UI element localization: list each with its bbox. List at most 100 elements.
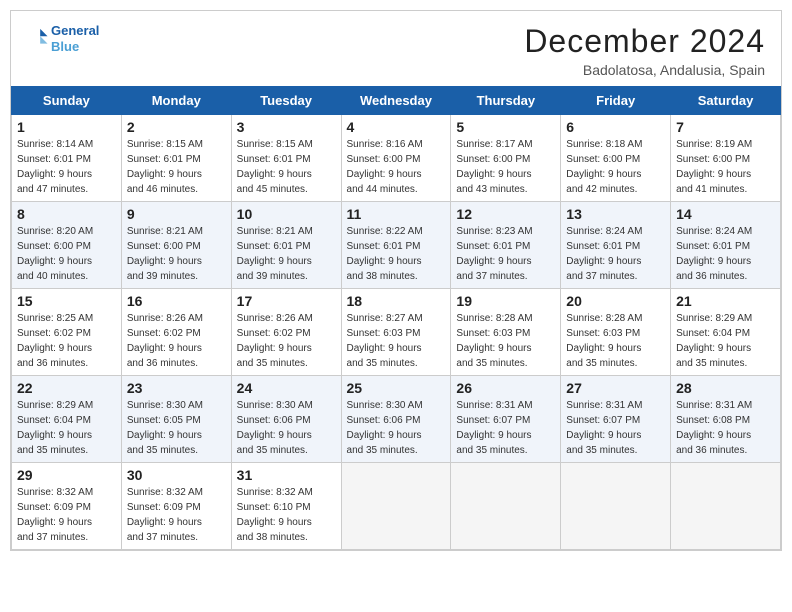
calendar-cell: 20 Sunrise: 8:28 AMSunset: 6:03 PMDayligh… (561, 289, 671, 376)
day-number: 5 (456, 119, 555, 135)
logo-icon (27, 26, 49, 48)
day-info: Sunrise: 8:31 AMSunset: 6:08 PMDaylight:… (676, 398, 775, 458)
calendar-cell: 23 Sunrise: 8:30 AMSunset: 6:05 PMDayligh… (121, 376, 231, 463)
calendar-cell: 18 Sunrise: 8:27 AMSunset: 6:03 PMDayligh… (341, 289, 451, 376)
day-info: Sunrise: 8:28 AMSunset: 6:03 PMDaylight:… (566, 311, 665, 371)
day-number: 3 (237, 119, 336, 135)
header: General Blue December 2024 Badolatosa, A… (11, 11, 781, 86)
day-number: 6 (566, 119, 665, 135)
day-number: 14 (676, 206, 775, 222)
calendar-cell: 30 Sunrise: 8:32 AMSunset: 6:09 PMDayligh… (121, 463, 231, 550)
day-header-thursday: Thursday (451, 87, 561, 115)
calendar-cell (451, 463, 561, 550)
day-info: Sunrise: 8:32 AMSunset: 6:09 PMDaylight:… (127, 485, 226, 545)
calendar-row-week-5: 29 Sunrise: 8:32 AMSunset: 6:09 PMDayligh… (12, 463, 781, 550)
logo-text: General Blue (51, 23, 99, 54)
calendar-cell: 7 Sunrise: 8:19 AMSunset: 6:00 PMDaylight… (671, 115, 781, 202)
day-number: 18 (347, 293, 446, 309)
day-number: 12 (456, 206, 555, 222)
day-number: 10 (237, 206, 336, 222)
day-info: Sunrise: 8:30 AMSunset: 6:06 PMDaylight:… (237, 398, 336, 458)
calendar-cell: 10 Sunrise: 8:21 AMSunset: 6:01 PMDayligh… (231, 202, 341, 289)
calendar-cell: 2 Sunrise: 8:15 AMSunset: 6:01 PMDaylight… (121, 115, 231, 202)
day-number: 8 (17, 206, 116, 222)
calendar-cell: 21 Sunrise: 8:29 AMSunset: 6:04 PMDayligh… (671, 289, 781, 376)
day-info: Sunrise: 8:31 AMSunset: 6:07 PMDaylight:… (456, 398, 555, 458)
calendar-cell: 22Sunrise: 8:29 AMSunset: 6:04 PMDayligh… (12, 376, 122, 463)
calendar-cell: 12 Sunrise: 8:23 AMSunset: 6:01 PMDayligh… (451, 202, 561, 289)
day-header-monday: Monday (121, 87, 231, 115)
calendar-cell: 9 Sunrise: 8:21 AMSunset: 6:00 PMDaylight… (121, 202, 231, 289)
calendar-cell: 29 Sunrise: 8:32 AMSunset: 6:09 PMDayligh… (12, 463, 122, 550)
day-number: 9 (127, 206, 226, 222)
day-header-friday: Friday (561, 87, 671, 115)
day-info: Sunrise: 8:21 AMSunset: 6:00 PMDaylight:… (127, 224, 226, 284)
day-info: Sunrise: 8:32 AMSunset: 6:09 PMDaylight:… (17, 485, 116, 545)
day-number: 21 (676, 293, 775, 309)
day-number: 28 (676, 380, 775, 396)
day-info: Sunrise: 8:18 AMSunset: 6:00 PMDaylight:… (566, 137, 665, 197)
calendar-cell: 28 Sunrise: 8:31 AMSunset: 6:08 PMDayligh… (671, 376, 781, 463)
day-number: 11 (347, 206, 446, 222)
day-number: 29 (17, 467, 116, 483)
day-number: 23 (127, 380, 226, 396)
day-number: 13 (566, 206, 665, 222)
day-info: Sunrise: 8:30 AMSunset: 6:05 PMDaylight:… (127, 398, 226, 458)
calendar-table: SundayMondayTuesdayWednesdayThursdayFrid… (11, 86, 781, 550)
calendar-cell (561, 463, 671, 550)
calendar-cell: 1 Sunrise: 8:14 AMSunset: 6:01 PMDaylight… (12, 115, 122, 202)
day-number: 2 (127, 119, 226, 135)
day-number: 25 (347, 380, 446, 396)
calendar-row-week-3: 15 Sunrise: 8:25 AMSunset: 6:02 PMDayligh… (12, 289, 781, 376)
day-header-saturday: Saturday (671, 87, 781, 115)
calendar-cell (341, 463, 451, 550)
day-info: Sunrise: 8:15 AMSunset: 6:01 PMDaylight:… (127, 137, 226, 197)
month-title: December 2024 (524, 23, 765, 60)
day-number: 30 (127, 467, 226, 483)
day-number: 20 (566, 293, 665, 309)
day-info: Sunrise: 8:23 AMSunset: 6:01 PMDaylight:… (456, 224, 555, 284)
calendar-cell (671, 463, 781, 550)
calendar-cell: 27Sunrise: 8:31 AMSunset: 6:07 PMDayligh… (561, 376, 671, 463)
day-info: Sunrise: 8:26 AMSunset: 6:02 PMDaylight:… (127, 311, 226, 371)
day-info: Sunrise: 8:32 AMSunset: 6:10 PMDaylight:… (237, 485, 336, 545)
day-info: Sunrise: 8:25 AMSunset: 6:02 PMDaylight:… (17, 311, 116, 371)
day-number: 26 (456, 380, 555, 396)
day-info: Sunrise: 8:14 AMSunset: 6:01 PMDaylight:… (17, 137, 116, 197)
day-info: Sunrise: 8:17 AMSunset: 6:00 PMDaylight:… (456, 137, 555, 197)
calendar-row-week-2: 8 Sunrise: 8:20 AMSunset: 6:00 PMDaylight… (12, 202, 781, 289)
day-info: Sunrise: 8:27 AMSunset: 6:03 PMDaylight:… (347, 311, 446, 371)
day-info: Sunrise: 8:29 AMSunset: 6:04 PMDaylight:… (676, 311, 775, 371)
day-info: Sunrise: 8:24 AMSunset: 6:01 PMDaylight:… (566, 224, 665, 284)
calendar-cell: 31 Sunrise: 8:32 AMSunset: 6:10 PMDayligh… (231, 463, 341, 550)
day-info: Sunrise: 8:24 AMSunset: 6:01 PMDaylight:… (676, 224, 775, 284)
calendar-page: General Blue December 2024 Badolatosa, A… (10, 10, 782, 551)
day-header-sunday: Sunday (12, 87, 122, 115)
calendar-cell: 3 Sunrise: 8:15 AMSunset: 6:01 PMDaylight… (231, 115, 341, 202)
calendar-cell: 11Sunrise: 8:22 AMSunset: 6:01 PMDayligh… (341, 202, 451, 289)
day-info: Sunrise: 8:15 AMSunset: 6:01 PMDaylight:… (237, 137, 336, 197)
day-info: Sunrise: 8:28 AMSunset: 6:03 PMDaylight:… (456, 311, 555, 371)
calendar-row-week-4: 22Sunrise: 8:29 AMSunset: 6:04 PMDayligh… (12, 376, 781, 463)
day-number: 1 (17, 119, 116, 135)
calendar-cell: 25Sunrise: 8:30 AMSunset: 6:06 PMDayligh… (341, 376, 451, 463)
day-number: 24 (237, 380, 336, 396)
day-number: 7 (676, 119, 775, 135)
day-header-tuesday: Tuesday (231, 87, 341, 115)
day-number: 4 (347, 119, 446, 135)
title-area: December 2024 Badolatosa, Andalusia, Spa… (524, 23, 765, 78)
day-info: Sunrise: 8:21 AMSunset: 6:01 PMDaylight:… (237, 224, 336, 284)
day-info: Sunrise: 8:20 AMSunset: 6:00 PMDaylight:… (17, 224, 116, 284)
calendar-cell: 4 Sunrise: 8:16 AMSunset: 6:00 PMDaylight… (341, 115, 451, 202)
day-info: Sunrise: 8:29 AMSunset: 6:04 PMDaylight:… (17, 398, 116, 458)
calendar-row-week-1: 1 Sunrise: 8:14 AMSunset: 6:01 PMDaylight… (12, 115, 781, 202)
calendar-cell: 13 Sunrise: 8:24 AMSunset: 6:01 PMDayligh… (561, 202, 671, 289)
day-info: Sunrise: 8:16 AMSunset: 6:00 PMDaylight:… (347, 137, 446, 197)
calendar-cell: 19Sunrise: 8:28 AMSunset: 6:03 PMDayligh… (451, 289, 561, 376)
calendar-cell: 26 Sunrise: 8:31 AMSunset: 6:07 PMDayligh… (451, 376, 561, 463)
day-info: Sunrise: 8:19 AMSunset: 6:00 PMDaylight:… (676, 137, 775, 197)
day-number: 15 (17, 293, 116, 309)
day-number: 31 (237, 467, 336, 483)
calendar-cell: 5 Sunrise: 8:17 AMSunset: 6:00 PMDaylight… (451, 115, 561, 202)
day-number: 16 (127, 293, 226, 309)
